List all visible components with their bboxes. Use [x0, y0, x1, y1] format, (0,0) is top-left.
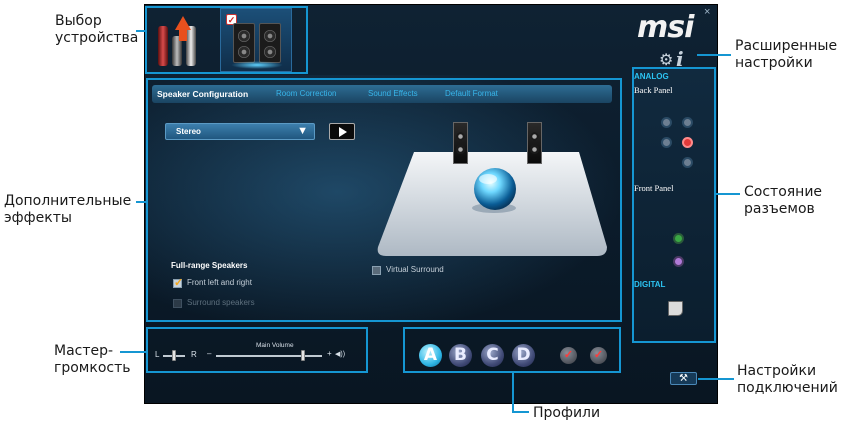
play-icon	[339, 127, 347, 137]
profile-reset-check-icon[interactable]: ✓	[590, 347, 607, 364]
profile-d-button[interactable]: D	[512, 344, 535, 367]
main-volume-track	[216, 355, 322, 357]
device-tile-analog-jacks[interactable]	[150, 8, 216, 72]
gear-icon[interactable]: ⚙	[659, 50, 673, 70]
virtual-surround-checkbox[interactable]	[372, 266, 381, 275]
callout-extra-effects: Дополнительные эффекты	[4, 193, 132, 226]
callout-line-connection-settings	[698, 378, 734, 380]
callout-line-profiles-h	[512, 411, 529, 413]
full-range-speakers-title: Full-range Speakers	[171, 261, 248, 270]
stage-speaker-right-icon[interactable]	[527, 122, 542, 164]
speaker-right-icon	[259, 23, 281, 63]
wrench-icon: ⚒	[679, 373, 688, 384]
volume-plus-label: +	[327, 349, 332, 358]
jack-front-pink-icon[interactable]	[673, 256, 684, 267]
play-test-button[interactable]	[329, 123, 355, 140]
callout-line-profiles-v	[512, 373, 514, 413]
callout-advanced-settings: Расширенные настройки	[735, 38, 838, 71]
surround-speakers-label: Surround speakers	[187, 298, 255, 307]
profile-apply-check-icon[interactable]: ✓	[560, 347, 577, 364]
jack-front-green-icon[interactable]	[673, 233, 684, 244]
connection-settings-button[interactable]: ⚒	[670, 372, 697, 385]
balance-right-label: R	[191, 350, 197, 359]
callout-jack-status: Состояние разъемов	[744, 184, 823, 217]
chevron-down-icon: ▼	[297, 125, 308, 137]
tab-default-format[interactable]: Default Format	[445, 89, 498, 98]
callout-line-advanced-settings	[697, 54, 731, 56]
front-panel-heading: Front Panel	[634, 183, 674, 193]
digital-port-icon[interactable]	[668, 301, 683, 316]
tab-speaker-configuration[interactable]: Speaker Configuration	[157, 89, 248, 99]
surround-speakers-checkbox	[173, 299, 182, 308]
jack-back-lime-icon[interactable]	[682, 117, 693, 128]
speaker-glow	[231, 61, 283, 69]
callout-profiles: Профили	[533, 405, 601, 421]
balance-left-label: L	[155, 350, 160, 359]
speaker-stage	[374, 152, 609, 257]
profile-b-button[interactable]: B	[449, 344, 472, 367]
speaker-left-icon	[233, 23, 255, 63]
tab-room-correction[interactable]: Room Correction	[276, 89, 336, 98]
jack-plug-white	[186, 26, 196, 66]
arrow-up-icon	[175, 16, 191, 30]
analog-heading: ANALOG	[634, 72, 669, 81]
jack-plug-red	[158, 26, 168, 66]
callout-connection-settings: Настройки подключений	[737, 363, 838, 396]
arrow-stem	[179, 29, 187, 41]
main-volume-slider-thumb[interactable]	[300, 350, 305, 361]
virtual-surround-label: Virtual Surround	[386, 265, 444, 274]
front-left-right-label: Front left and right	[187, 278, 252, 287]
speaker-volume-icon[interactable]: ◀))	[335, 350, 345, 358]
callout-line-extra-effects	[136, 201, 147, 203]
stage-platform	[377, 152, 607, 256]
profile-a-button[interactable]: A	[419, 344, 442, 367]
main-volume-title: Main Volume	[256, 342, 294, 349]
callout-line-master-volume	[120, 351, 147, 353]
close-icon[interactable]: ×	[704, 6, 710, 18]
msi-logo: msi	[637, 10, 694, 45]
digital-heading: DIGITAL	[634, 280, 666, 289]
jack-back-red-icon[interactable]	[682, 137, 693, 148]
speaker-config-value: Stereo	[176, 127, 201, 136]
callout-device-select: Выбор устройства	[55, 13, 139, 46]
back-panel-heading: Back Panel	[634, 85, 673, 95]
balance-slider-thumb[interactable]	[172, 350, 176, 361]
tab-sound-effects[interactable]: Sound Effects	[368, 89, 418, 98]
jack-back-gray-icon[interactable]	[682, 157, 693, 168]
profile-c-button[interactable]: C	[481, 344, 504, 367]
jack-back-blue-icon[interactable]	[661, 117, 672, 128]
callout-line-device-select	[136, 30, 146, 32]
stage-speaker-left-icon[interactable]	[453, 122, 468, 164]
speaker-config-select[interactable]: Stereo ▼	[165, 123, 315, 140]
front-left-right-checkbox[interactable]: ✓	[173, 277, 184, 289]
jack-back-black-icon[interactable]	[661, 137, 672, 148]
volume-minus-label: –	[207, 349, 212, 358]
callout-master-volume: Мастер- громкость	[54, 343, 131, 376]
callout-line-jack-status	[716, 193, 740, 195]
checkmark-icon: ✓	[174, 277, 184, 289]
device-tile-speakers[interactable]: ✓	[220, 8, 292, 72]
